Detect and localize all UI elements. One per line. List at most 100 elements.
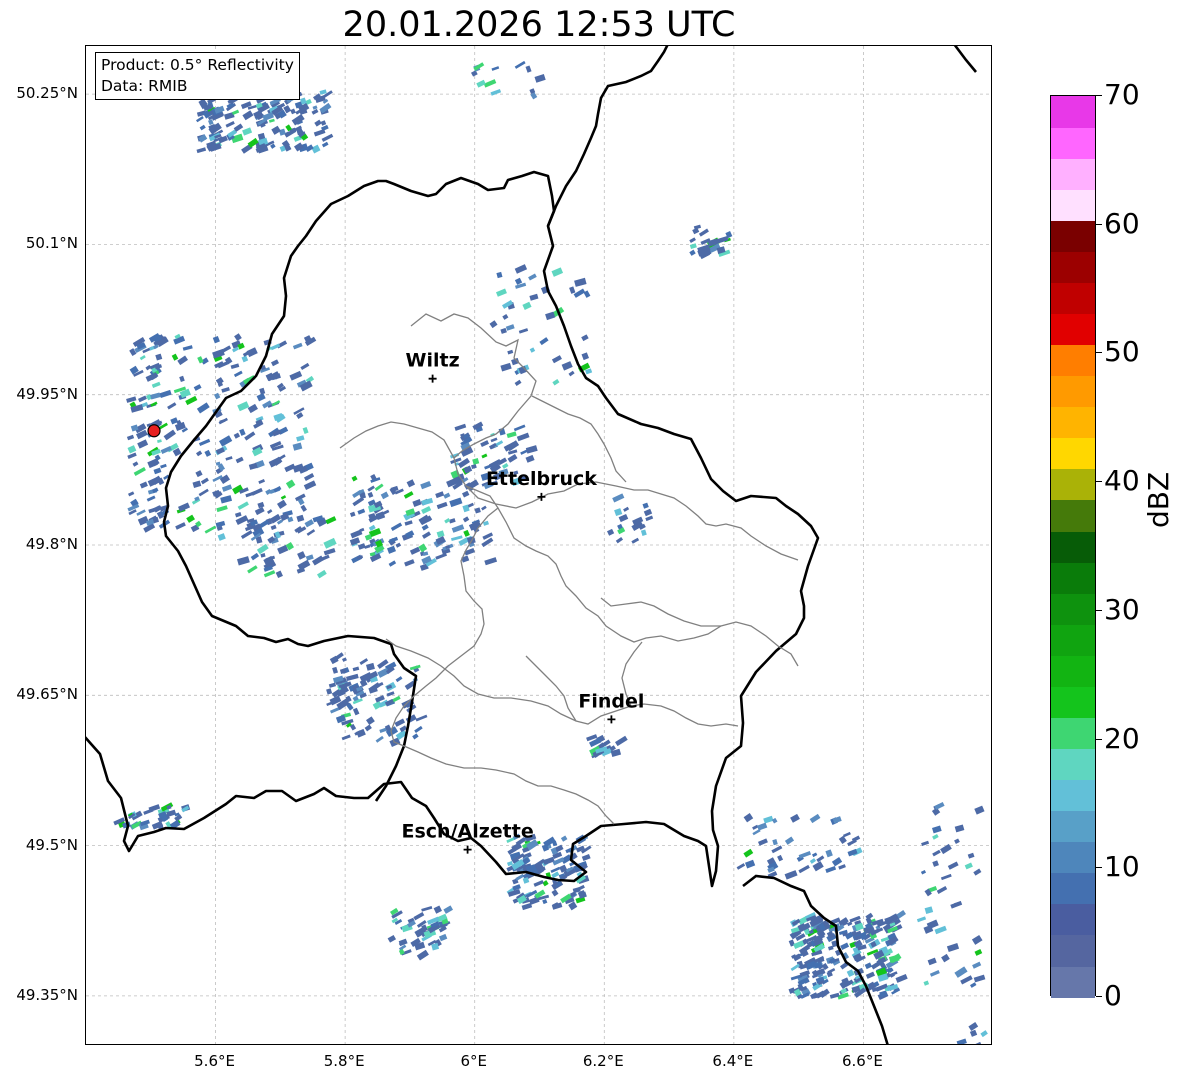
echo-cell bbox=[163, 429, 176, 441]
echo-cell bbox=[516, 432, 530, 442]
echo-cell bbox=[204, 449, 212, 457]
echo-cell bbox=[225, 456, 233, 461]
echo-cell bbox=[262, 400, 273, 409]
echo-cell bbox=[136, 509, 146, 516]
echo-cell bbox=[489, 320, 498, 329]
echo-cell bbox=[395, 542, 402, 548]
echo-cell bbox=[763, 815, 774, 824]
echo-cell bbox=[225, 120, 235, 128]
echo-cell bbox=[927, 957, 937, 966]
echo-cell bbox=[444, 518, 451, 524]
chart-title: 20.01.2026 12:53 UTC bbox=[342, 5, 736, 45]
echo-cell bbox=[341, 734, 351, 741]
echo-cell bbox=[332, 666, 339, 674]
echo-cell bbox=[219, 435, 233, 447]
echo-cell bbox=[248, 462, 258, 470]
echo-cell bbox=[323, 547, 336, 556]
echo-cell bbox=[972, 961, 982, 969]
echo-cell bbox=[214, 392, 221, 400]
echo-cell bbox=[974, 948, 983, 956]
colorbar-segment bbox=[1051, 499, 1095, 532]
echo-cell bbox=[235, 512, 242, 518]
echo-cell bbox=[157, 439, 162, 444]
echo-cell bbox=[888, 954, 900, 963]
echo-cell bbox=[793, 940, 805, 949]
echo-cell bbox=[790, 813, 800, 823]
echo-cell bbox=[614, 508, 623, 517]
colorbar-segment bbox=[1051, 127, 1095, 159]
echo-cell bbox=[514, 379, 522, 387]
echo-cell bbox=[349, 511, 356, 518]
lon-tick-label: 6°E bbox=[460, 1052, 487, 1070]
echo-cell bbox=[436, 501, 448, 510]
echo-cell bbox=[689, 243, 697, 250]
colorbar-tick-label: 20 bbox=[1104, 721, 1140, 755]
echo-cell bbox=[474, 507, 481, 514]
echo-cell bbox=[242, 110, 254, 121]
echo-cell bbox=[271, 359, 280, 367]
radar-site-group bbox=[147, 424, 161, 438]
echo-cell bbox=[550, 866, 561, 873]
echo-cell bbox=[964, 862, 973, 870]
lat-tick-label: 50.25°N bbox=[16, 84, 78, 103]
echo-cell bbox=[809, 858, 817, 864]
echo-cell bbox=[552, 378, 560, 386]
echo-cell bbox=[846, 969, 855, 978]
echo-cell bbox=[421, 506, 432, 515]
echo-cell bbox=[745, 859, 756, 869]
lat-tick-label: 49.65°N bbox=[16, 685, 78, 704]
echo-cell bbox=[512, 884, 521, 891]
colorbar-tick-mark bbox=[1096, 481, 1102, 483]
echo-cell bbox=[303, 473, 315, 481]
echo-cell bbox=[275, 570, 283, 579]
echo-cell bbox=[364, 544, 371, 549]
echo-cell bbox=[359, 527, 365, 533]
echo-cell bbox=[895, 973, 908, 983]
echo-cell bbox=[924, 906, 934, 914]
echo-cell bbox=[127, 491, 135, 497]
echo-cell bbox=[237, 401, 250, 412]
echo-cell bbox=[612, 493, 625, 503]
colorbar-segment bbox=[1051, 903, 1095, 936]
echo-cell bbox=[404, 559, 415, 567]
echo-cell bbox=[352, 666, 360, 672]
echo-cell bbox=[153, 467, 162, 475]
echo-cell bbox=[940, 873, 952, 881]
echo-cell bbox=[436, 530, 445, 538]
echo-cell bbox=[491, 66, 500, 71]
echo-cell bbox=[313, 128, 326, 137]
echo-cell bbox=[388, 560, 397, 567]
echo-cell bbox=[615, 735, 628, 747]
echo-cell bbox=[296, 514, 305, 523]
city-label: Findel bbox=[578, 690, 644, 712]
lon-tick-label: 6.4°E bbox=[712, 1052, 754, 1070]
data-source-label: Data: RMIB bbox=[101, 77, 188, 95]
echo-cell bbox=[525, 454, 535, 463]
colorbar-segment bbox=[1051, 748, 1095, 781]
echo-cell bbox=[320, 554, 330, 562]
echo-cell bbox=[462, 490, 470, 498]
echo-cell bbox=[569, 286, 576, 294]
echo-cell bbox=[573, 288, 586, 298]
echo-cell bbox=[490, 88, 502, 96]
echo-cell bbox=[513, 424, 526, 432]
map-panel[interactable]: Wiltz Ettelbruck Findel Esch/Alzette bbox=[85, 45, 992, 1045]
echo-cell bbox=[934, 801, 945, 810]
echo-cell bbox=[832, 816, 842, 824]
echo-cell bbox=[326, 688, 333, 695]
echo-cell bbox=[838, 864, 846, 870]
echo-cell bbox=[642, 502, 649, 509]
echo-cell bbox=[934, 925, 947, 935]
echo-cell bbox=[367, 491, 374, 498]
echo-cell bbox=[342, 657, 347, 662]
echo-cell bbox=[139, 481, 148, 489]
echo-cell bbox=[422, 531, 431, 539]
echo-cell bbox=[258, 479, 266, 484]
echo-cell bbox=[364, 724, 372, 732]
colorbar-segment bbox=[1051, 779, 1095, 812]
colorbar-segment bbox=[1051, 313, 1095, 346]
echo-cell bbox=[349, 537, 361, 546]
echo-cell bbox=[483, 79, 497, 88]
product-label: Product: 0.5° Reflectivity bbox=[101, 56, 294, 74]
echo-cell bbox=[529, 347, 536, 353]
